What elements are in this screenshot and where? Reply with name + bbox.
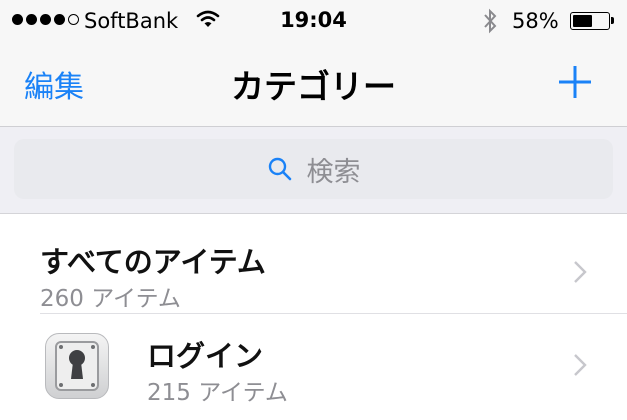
list-item-all-items[interactable]: すべてのアイテム 260 アイテム (0, 213, 627, 313)
chevron-right-icon (574, 354, 587, 376)
list-item-title: すべてのアイテム (40, 245, 266, 279)
search-input[interactable]: 検索 (14, 139, 613, 199)
top-bar: SoftBank 19:04 58% 編集 カテゴリー (0, 0, 627, 127)
page-title: カテゴリー (231, 67, 396, 106)
keyhole-safe-icon (45, 333, 109, 399)
search-bar: 検索 (0, 127, 627, 214)
plus-icon[interactable] (557, 64, 593, 100)
list-item-login[interactable]: ログイン 215 アイテム (0, 313, 627, 420)
battery-percent: 58% (512, 9, 559, 33)
search-icon (268, 157, 291, 181)
list-item-count: 260 アイテム (40, 286, 181, 312)
bluetooth-icon (484, 8, 497, 34)
list-item-count: 215 アイテム (147, 380, 288, 406)
search-placeholder: 検索 (306, 156, 361, 188)
status-bar: SoftBank 19:04 58% (0, 0, 627, 42)
chevron-right-icon (574, 261, 587, 283)
list-item-title: ログイン (147, 339, 264, 373)
battery-icon (570, 12, 614, 30)
